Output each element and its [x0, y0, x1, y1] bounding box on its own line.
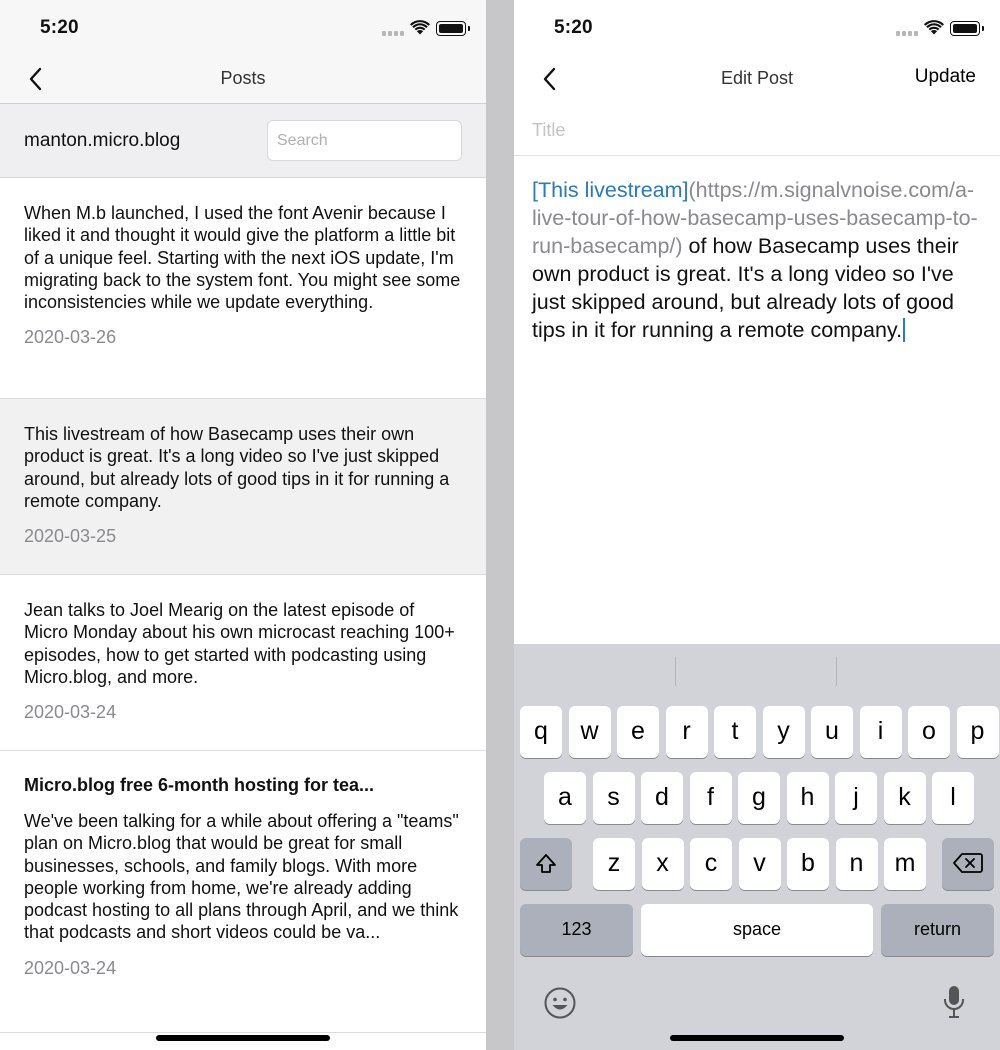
post-content-editor[interactable]: [This livestream](https://m.signalvnoise… [532, 176, 986, 344]
key-f[interactable]: f [689, 772, 732, 824]
key-r[interactable]: r [665, 706, 708, 758]
shift-key[interactable] [520, 838, 572, 890]
search-input[interactable] [267, 120, 462, 161]
key-a[interactable]: a [544, 772, 586, 824]
space-key[interactable]: space [641, 904, 873, 956]
nav-title: Posts [220, 68, 266, 88]
post-body: We've been talking for a while about off… [24, 811, 459, 943]
key-u[interactable]: u [811, 706, 853, 758]
post-item-selected[interactable]: This livestream of how Basecamp uses the… [0, 399, 486, 575]
return-key[interactable]: return [881, 904, 994, 956]
key-e[interactable]: e [617, 706, 659, 758]
post-date: 2020-03-26 [24, 327, 117, 348]
home-indicator[interactable] [156, 1035, 330, 1041]
key-w[interactable]: w [568, 706, 611, 758]
key-y[interactable]: y [762, 706, 805, 758]
post-body: When M.b launched, I used the font Aveni… [24, 203, 461, 313]
battery-icon [436, 21, 470, 36]
wifi-icon [924, 20, 944, 35]
key-h[interactable]: h [786, 772, 829, 824]
key-p[interactable]: p [956, 706, 999, 758]
post-item[interactable]: When M.b launched, I used the font Aveni… [0, 178, 486, 399]
key-z[interactable]: z [593, 838, 635, 890]
key-j[interactable]: j [835, 772, 877, 824]
nav-bar: Posts [0, 56, 486, 104]
status-time: 5:20 [554, 17, 593, 38]
update-button[interactable]: Update [915, 66, 976, 88]
predictive-bar [514, 644, 1000, 696]
key-s[interactable]: s [592, 772, 635, 824]
predictive-divider [675, 657, 676, 686]
account-name: manton.micro.blog [24, 130, 181, 151]
key-b[interactable]: b [787, 838, 829, 890]
key-q[interactable]: q [520, 706, 562, 758]
microphone-icon[interactable] [941, 984, 967, 1020]
text-caret [903, 318, 905, 342]
key-g[interactable]: g [738, 772, 780, 824]
battery-icon [950, 21, 984, 36]
post-body: Jean talks to Joel Mearig on the latest … [24, 600, 455, 687]
numbers-key[interactable]: 123 [520, 904, 633, 956]
status-bar: 5:20 [514, 0, 1000, 56]
key-t[interactable]: t [714, 706, 756, 758]
post-item[interactable]: Jean talks to Joel Mearig on the latest … [0, 575, 486, 751]
key-x[interactable]: x [641, 838, 684, 890]
keyboard: qwertyuiop asdfghjkl zxcvbnm 123 space ret… [514, 644, 1000, 1050]
key-l[interactable]: l [932, 772, 974, 824]
key-v[interactable]: v [738, 838, 781, 890]
account-search-bar: manton.micro.blog [0, 104, 486, 178]
key-c[interactable]: c [690, 838, 732, 890]
post-date: 2020-03-25 [24, 526, 117, 547]
post-list: When M.b launched, I used the font Aveni… [0, 178, 486, 1033]
post-title: Micro.blog free 6-month hosting for tea.… [24, 775, 375, 795]
post-item[interactable]: Micro.blog free 6-month hosting for tea.… [0, 751, 486, 1033]
cellular-signal-icon [896, 28, 918, 36]
markdown-link-text: [This livestream] [532, 178, 689, 202]
key-n[interactable]: n [835, 838, 878, 890]
post-body: This livestream of how Basecamp uses the… [24, 424, 450, 511]
shift-icon [536, 854, 556, 873]
backspace-key[interactable] [942, 838, 994, 890]
cellular-signal-icon [382, 28, 404, 36]
nav-bar: Edit Post Update [514, 56, 1000, 104]
posts-screen: 5:20 Posts manton.micro.blog When M.b la… [0, 0, 486, 1050]
title-field-container [514, 104, 1000, 156]
emoji-icon[interactable] [543, 986, 577, 1020]
predictive-divider [836, 657, 837, 686]
title-input[interactable] [532, 116, 972, 144]
backspace-icon [953, 853, 983, 873]
post-date: 2020-03-24 [24, 702, 117, 723]
key-o[interactable]: o [908, 706, 950, 758]
wifi-icon [410, 20, 430, 35]
edit-post-screen: 5:20 Edit Post Update [This livestream](… [514, 0, 1000, 1050]
home-indicator[interactable] [670, 1035, 844, 1041]
key-m[interactable]: m [884, 838, 926, 890]
key-k[interactable]: k [883, 772, 926, 824]
status-time: 5:20 [40, 17, 79, 38]
post-date: 2020-03-24 [24, 957, 117, 978]
key-i[interactable]: i [859, 706, 902, 758]
status-bar: 5:20 [0, 0, 486, 56]
key-d[interactable]: d [641, 772, 683, 824]
